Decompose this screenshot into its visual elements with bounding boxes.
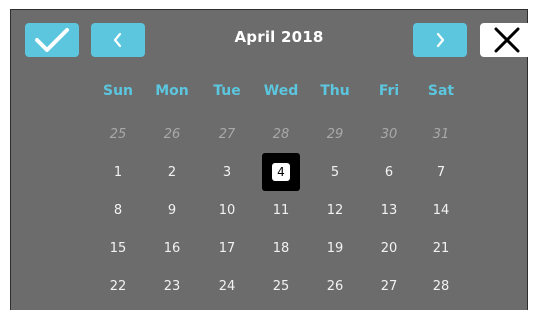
- day-cell[interactable]: 13: [369, 196, 409, 224]
- day-cell[interactable]: 27: [369, 272, 409, 300]
- day-cell[interactable]: 8: [98, 196, 138, 224]
- day-cell[interactable]: 2: [152, 158, 192, 186]
- day-grid: 25 26 27 28 29 30 31 1 2 3 4 5 6 7 8 9 10 11 12 13 14 15 16 17 1…: [11, 10, 529, 311]
- day-cell-selected[interactable]: 4: [262, 153, 300, 191]
- day-cell[interactable]: 10: [207, 196, 247, 224]
- selected-day-label: 4: [272, 163, 290, 181]
- day-cell[interactable]: 7: [421, 158, 461, 186]
- day-cell[interactable]: 11: [261, 196, 301, 224]
- day-cell[interactable]: 20: [369, 234, 409, 262]
- day-cell[interactable]: 26: [315, 272, 355, 300]
- day-cell[interactable]: 30: [369, 120, 409, 148]
- day-cell[interactable]: 17: [207, 234, 247, 262]
- day-cell[interactable]: 15: [98, 234, 138, 262]
- day-cell[interactable]: 5: [315, 158, 355, 186]
- day-cell[interactable]: 31: [421, 120, 461, 148]
- day-cell[interactable]: 27: [207, 120, 247, 148]
- day-cell[interactable]: 16: [152, 234, 192, 262]
- day-cell[interactable]: 22: [98, 272, 138, 300]
- day-cell[interactable]: 18: [261, 234, 301, 262]
- day-cell[interactable]: 26: [152, 120, 192, 148]
- day-cell[interactable]: 14: [421, 196, 461, 224]
- day-cell[interactable]: 29: [315, 120, 355, 148]
- day-cell[interactable]: 23: [152, 272, 192, 300]
- day-cell[interactable]: 9: [152, 196, 192, 224]
- day-cell[interactable]: 1: [98, 158, 138, 186]
- day-cell[interactable]: 28: [421, 272, 461, 300]
- day-cell[interactable]: 24: [207, 272, 247, 300]
- day-cell[interactable]: 25: [261, 272, 301, 300]
- day-cell[interactable]: 6: [369, 158, 409, 186]
- calendar-widget: April 2018 Sun Mon Tue Wed Thu Fri Sat 2…: [0, 0, 538, 310]
- day-cell[interactable]: 12: [315, 196, 355, 224]
- calendar-panel: April 2018 Sun Mon Tue Wed Thu Fri Sat 2…: [10, 9, 534, 311]
- day-cell[interactable]: 21: [421, 234, 461, 262]
- day-cell[interactable]: 19: [315, 234, 355, 262]
- day-cell[interactable]: 28: [261, 120, 301, 148]
- day-cell[interactable]: 3: [207, 158, 247, 186]
- day-cell[interactable]: 25: [98, 120, 138, 148]
